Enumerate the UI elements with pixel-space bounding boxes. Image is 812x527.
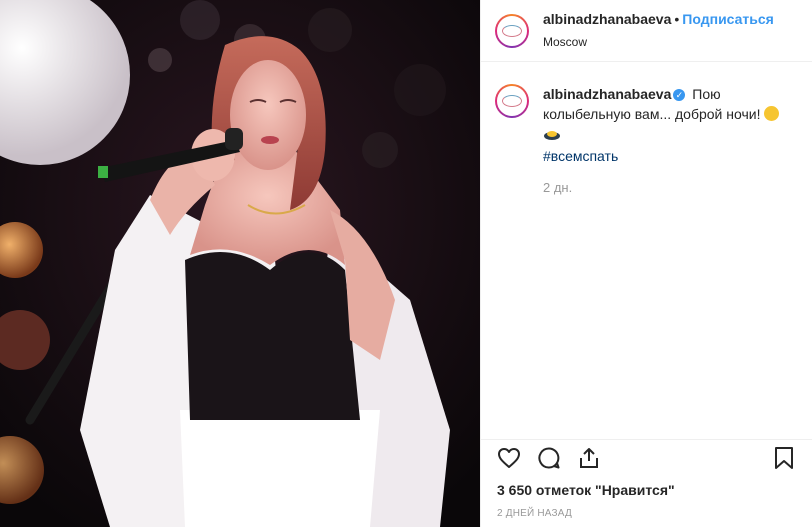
caption-username-link[interactable]: albinadzhanabaeva	[543, 86, 671, 102]
instagram-post: albinadzhanabaeva • Подписаться Moscow alb…	[0, 0, 812, 527]
post-sidebar: albinadzhanabaeva • Подписаться Moscow alb…	[480, 0, 812, 527]
separator-dot: •	[674, 11, 680, 28]
avatar[interactable]	[495, 13, 529, 48]
bookmark-icon[interactable]	[770, 444, 798, 472]
heart-icon[interactable]	[495, 444, 523, 472]
comments-section: albinadzhanabaeva ✓ Пою колыбельную вам..…	[481, 62, 812, 439]
verified-badge-icon: ✓	[673, 89, 686, 102]
caption-comment: albinadzhanabaeva ✓ Пою колыбельную вам..…	[495, 84, 798, 198]
action-bar	[481, 439, 812, 476]
sleeping-emoji-icon	[544, 131, 560, 141]
location-link[interactable]: Moscow	[543, 35, 774, 50]
comment-icon[interactable]	[535, 444, 563, 472]
username-link[interactable]: albinadzhanabaeva	[543, 11, 671, 27]
likes-count[interactable]: 3 650 отметок "Нравится"	[481, 476, 812, 498]
post-header: albinadzhanabaeva • Подписаться Moscow	[481, 0, 812, 62]
avatar[interactable]	[495, 84, 529, 118]
follow-button[interactable]: Подписаться	[682, 11, 774, 27]
post-timestamp[interactable]: 2 ДНЕЙ НАЗАД	[481, 498, 812, 519]
post-photo[interactable]	[0, 0, 480, 527]
hashtag-link[interactable]: #всемспать	[543, 146, 783, 166]
smile-emoji-icon	[764, 106, 780, 121]
caption-time[interactable]: 2 дн.	[543, 178, 783, 198]
share-icon[interactable]	[575, 444, 603, 472]
